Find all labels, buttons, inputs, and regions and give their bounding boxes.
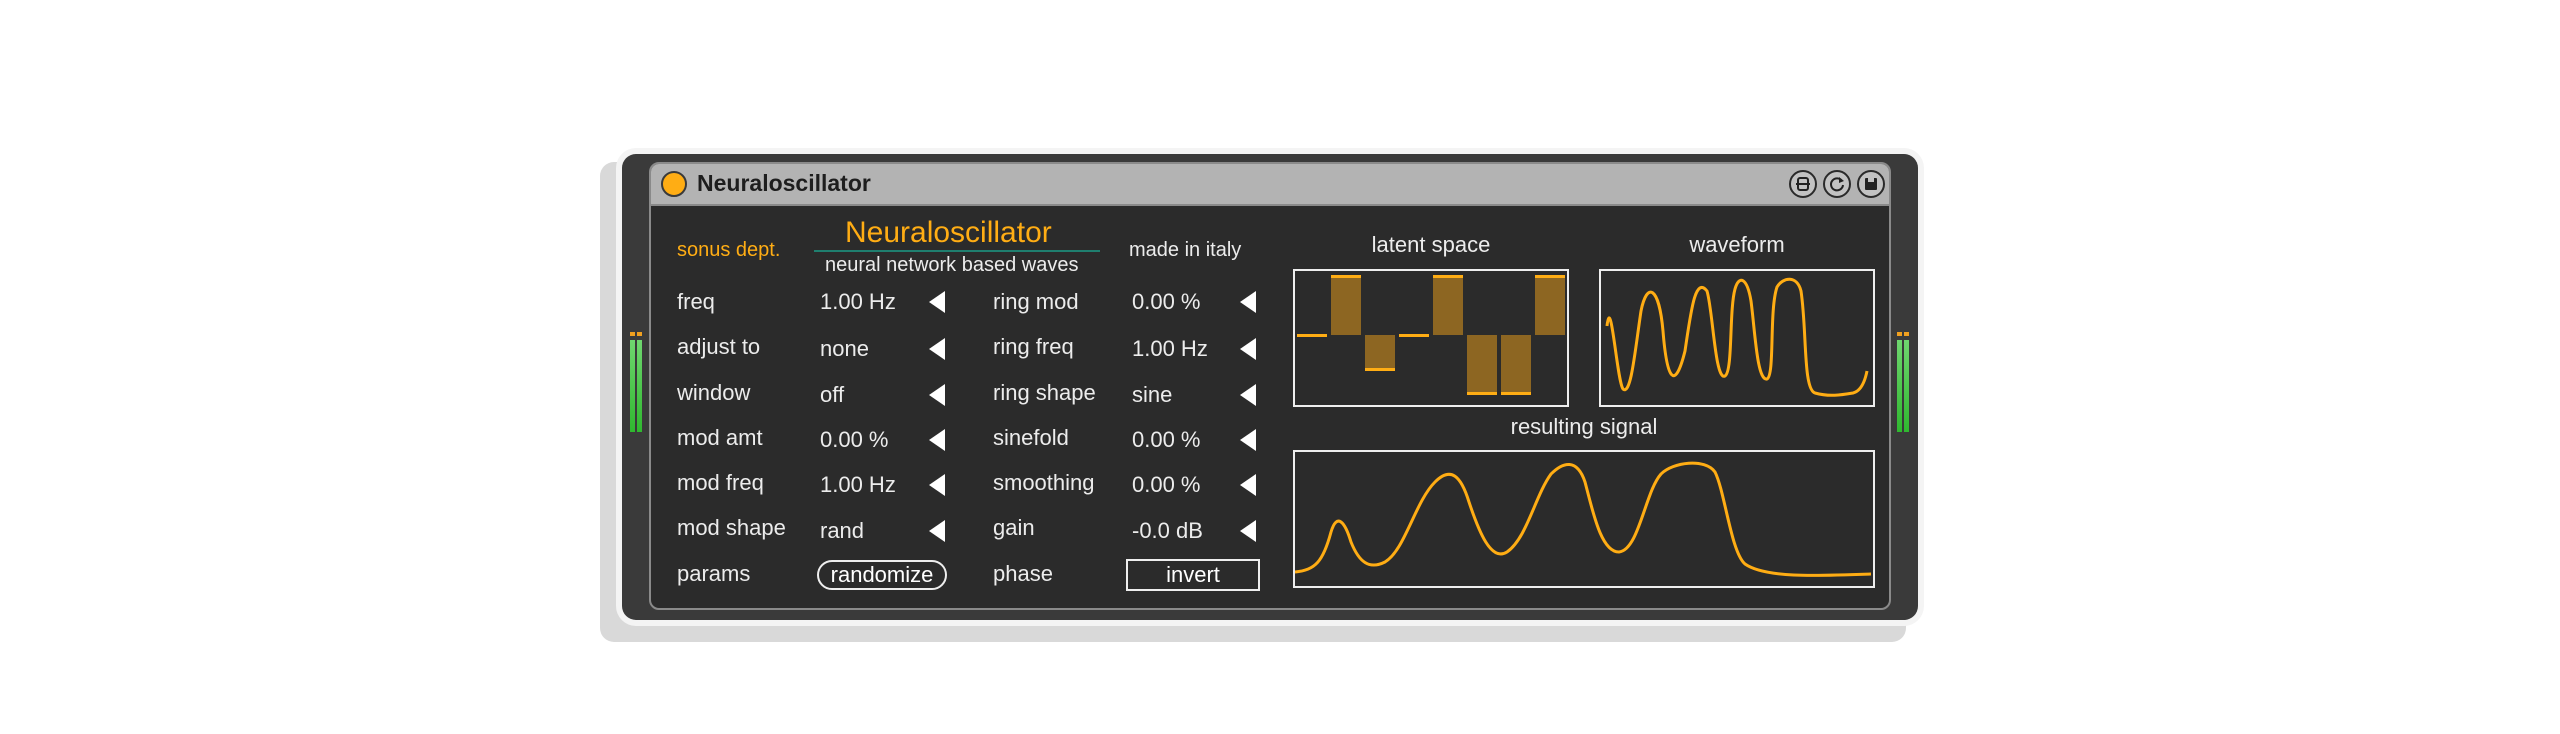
param-arrow-window[interactable] xyxy=(929,384,945,406)
param-label-ring-shape: ring shape xyxy=(993,380,1096,405)
brand-label: sonus dept. xyxy=(677,239,781,261)
origin-label: made in italy xyxy=(1129,239,1242,261)
param-arrow-mod-freq[interactable] xyxy=(929,474,945,496)
latent-space-label: latent space xyxy=(1371,232,1491,257)
param-label-mod-amt: mod amt xyxy=(677,425,763,450)
latent-bar-cap xyxy=(1501,392,1531,395)
device-panel: Neuraloscillator sonus dept. Neuraloscil… xyxy=(649,162,1891,610)
param-value-sinefold[interactable]: 0.00 % xyxy=(1132,427,1201,453)
param-arrow-ring-mod[interactable] xyxy=(1240,291,1256,313)
param-value-ring-freq[interactable]: 1.00 Hz xyxy=(1132,336,1208,362)
param-value-mod-freq[interactable]: 1.00 Hz xyxy=(820,472,896,498)
param-arrow-gain[interactable] xyxy=(1240,520,1256,542)
param-value-smoothing[interactable]: 0.00 % xyxy=(1132,472,1201,498)
param-value-gain[interactable]: -0.0 dB xyxy=(1132,518,1203,544)
param-value-window[interactable]: off xyxy=(820,382,844,408)
latent-bar-cap xyxy=(1365,368,1395,371)
latent-bar[interactable] xyxy=(1535,275,1565,335)
latent-bar-cap xyxy=(1535,275,1565,278)
param-value-ring-shape[interactable]: sine xyxy=(1132,382,1172,408)
param-label-mod-shape: mod shape xyxy=(677,515,786,540)
param-label-ring-freq: ring freq xyxy=(993,334,1074,359)
latent-bar[interactable] xyxy=(1331,275,1361,335)
header-underline xyxy=(814,250,1100,252)
resulting-signal-label: resulting signal xyxy=(1510,414,1658,439)
param-label-smoothing: smoothing xyxy=(993,470,1095,495)
latent-space-panel[interactable] xyxy=(1293,269,1569,407)
param-arrow-ring-freq[interactable] xyxy=(1240,338,1256,360)
param-label-sinefold: sinefold xyxy=(993,425,1069,450)
latent-bar[interactable] xyxy=(1467,335,1497,395)
param-arrow-mod-amt[interactable] xyxy=(929,429,945,451)
param-value-adjust-to[interactable]: none xyxy=(820,336,869,362)
param-arrow-ring-shape[interactable] xyxy=(1240,384,1256,406)
input-meter xyxy=(630,332,644,432)
latent-bar[interactable] xyxy=(1433,275,1463,335)
params-label: params xyxy=(677,561,751,586)
latent-bar-cap xyxy=(1467,392,1497,395)
param-value-ring-mod[interactable]: 0.00 % xyxy=(1132,289,1201,315)
latent-bar[interactable] xyxy=(1365,335,1395,371)
hot-swap-icon[interactable] xyxy=(1789,170,1817,198)
header-subtitle: neural network based waves xyxy=(825,254,1079,276)
param-value-mod-amt[interactable]: 0.00 % xyxy=(820,427,889,453)
param-label-ring-mod: ring mod xyxy=(993,289,1079,314)
resulting-signal-plot xyxy=(1294,461,1872,577)
latent-bar-cap xyxy=(1297,334,1327,337)
latent-bar-cap xyxy=(1433,275,1463,278)
param-label-gain: gain xyxy=(993,515,1035,540)
param-arrow-freq[interactable] xyxy=(929,291,945,313)
param-arrow-mod-shape[interactable] xyxy=(929,520,945,542)
waveform-panel xyxy=(1599,269,1875,407)
waveform-label: waveform xyxy=(1689,232,1785,257)
header-title: Neuraloscillator xyxy=(845,216,1052,249)
param-value-freq[interactable]: 1.00 Hz xyxy=(820,289,896,315)
latent-bar-cap xyxy=(1399,334,1429,337)
resulting-signal-panel xyxy=(1293,450,1875,588)
output-meter xyxy=(1897,332,1911,432)
phase-label: phase xyxy=(993,561,1053,586)
device-titlebar: Neuraloscillator xyxy=(651,164,1889,206)
device-title: Neuraloscillator xyxy=(697,170,871,196)
param-label-window: window xyxy=(677,380,751,405)
param-label-freq: freq xyxy=(677,289,715,314)
latent-space-bars[interactable] xyxy=(1295,271,1567,405)
param-label-mod-freq: mod freq xyxy=(677,470,764,495)
randomize-button[interactable]: randomize xyxy=(817,560,947,590)
reload-icon[interactable] xyxy=(1823,170,1851,198)
param-label-adjust-to: adjust to xyxy=(677,334,761,359)
device-power-toggle[interactable] xyxy=(661,171,687,197)
latent-bar[interactable] xyxy=(1501,335,1531,395)
invert-button[interactable]: invert xyxy=(1126,559,1260,591)
latent-bar-cap xyxy=(1331,275,1361,278)
param-arrow-sinefold[interactable] xyxy=(1240,429,1256,451)
param-arrow-smoothing[interactable] xyxy=(1240,474,1256,496)
waveform-plot xyxy=(1605,277,1869,397)
param-value-mod-shape[interactable]: rand xyxy=(820,518,864,544)
save-icon[interactable] xyxy=(1857,170,1885,198)
param-arrow-adjust-to[interactable] xyxy=(929,338,945,360)
